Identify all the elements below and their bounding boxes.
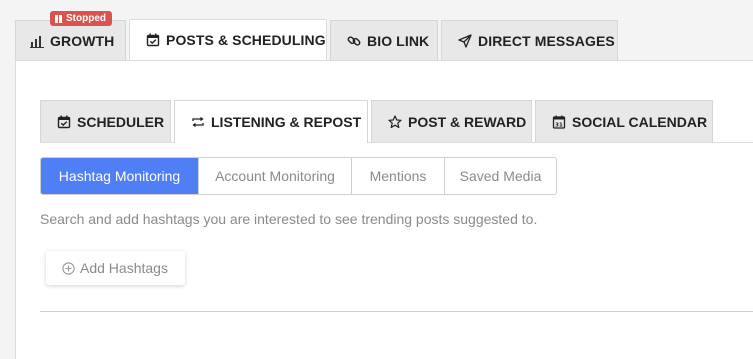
tab-post-reward[interactable]: POST & REWARD [371, 100, 532, 142]
tab-bio-link[interactable]: BIO LINK [330, 20, 438, 60]
calendar-check-icon [57, 115, 71, 129]
pause-icon [55, 14, 62, 23]
sub-tabs: SCHEDULER LISTENING & REPOST POST & REWA… [40, 100, 716, 143]
tab-scheduler[interactable]: SCHEDULER [40, 100, 171, 142]
tab-growth[interactable]: GROWTH [15, 20, 126, 60]
segment-mentions[interactable]: Mentions [351, 158, 444, 194]
main-tabs: GROWTH POSTS & SCHEDULING BIO LINK DIREC… [15, 19, 621, 60]
tab-direct-messages[interactable]: DIRECT MESSAGES [441, 20, 618, 60]
send-icon [458, 33, 472, 48]
tab-growth-label: GROWTH [50, 32, 115, 49]
tab-posts-scheduling[interactable]: POSTS & SCHEDULING [129, 19, 327, 60]
monitoring-segmented-control: Hashtag Monitoring Account Monitoring Me… [40, 157, 557, 195]
tab-posts-scheduling-label: POSTS & SCHEDULING [166, 32, 326, 48]
segment-account-monitoring[interactable]: Account Monitoring [198, 158, 351, 194]
section-divider [40, 311, 753, 312]
tab-social-calendar[interactable]: 31 SOCIAL CALENDAR [535, 100, 713, 142]
calendar-day-icon: 31 [552, 115, 566, 129]
status-badge-label: Stopped [66, 13, 106, 24]
tab-social-calendar-label: SOCIAL CALENDAR [572, 113, 708, 130]
add-hashtags-label: Add Hashtags [80, 260, 168, 276]
tab-scheduler-label: SCHEDULER [77, 113, 165, 130]
bar-chart-icon [30, 34, 44, 48]
plus-circle-icon [62, 261, 75, 275]
star-icon [388, 114, 402, 129]
tab-bio-link-label: BIO LINK [367, 32, 430, 49]
repost-icon [191, 115, 205, 129]
add-hashtags-button[interactable]: Add Hashtags [46, 251, 185, 285]
hashtag-hint-text: Search and add hashtags you are interest… [40, 211, 538, 227]
content-panel: SCHEDULER LISTENING & REPOST POST & REWA… [15, 60, 753, 359]
segment-saved-media[interactable]: Saved Media [444, 158, 556, 194]
segment-hashtag-monitoring[interactable]: Hashtag Monitoring [41, 158, 198, 194]
svg-text:31: 31 [555, 122, 563, 128]
tab-post-reward-label: POST & REWARD [408, 113, 527, 130]
stopped-status-badge: Stopped [50, 11, 112, 26]
tab-listening-repost-label: LISTENING & REPOST [211, 114, 362, 130]
link-icon [347, 34, 361, 48]
tab-direct-messages-label: DIRECT MESSAGES [478, 32, 615, 49]
sub-tabs-underline [40, 142, 753, 143]
calendar-check-icon [146, 33, 160, 47]
tab-listening-repost[interactable]: LISTENING & REPOST [174, 100, 368, 143]
